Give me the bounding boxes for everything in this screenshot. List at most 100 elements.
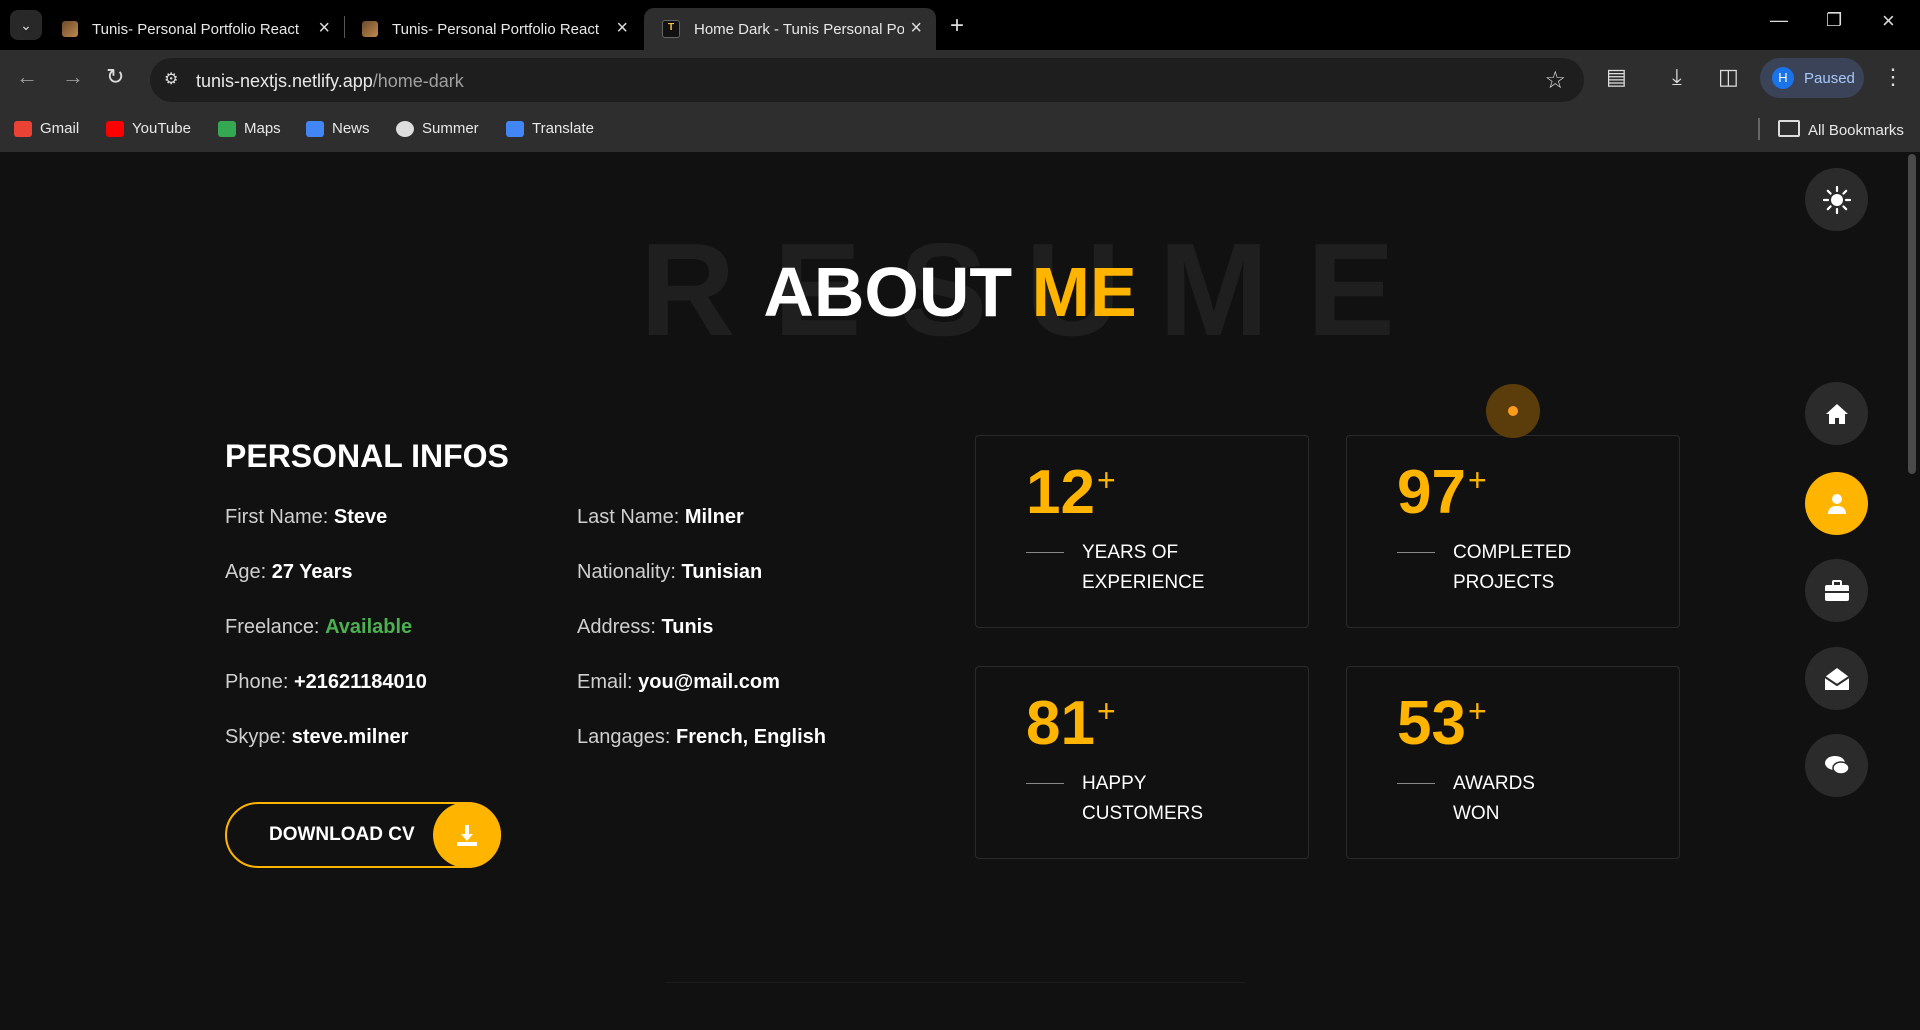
bookmark-label: Maps: [244, 120, 281, 137]
cursor-follower: [1486, 384, 1540, 438]
tab-title: Tunis- Personal Portfolio React: [392, 20, 600, 38]
browser-tab-3-active[interactable]: T Home Dark - Tunis Personal Por ×: [644, 8, 936, 50]
nav-portfolio-button[interactable]: [1805, 559, 1868, 622]
bookmark-star-icon[interactable]: ☆: [1544, 66, 1566, 95]
info-label: Freelance:: [225, 616, 320, 638]
bookmark-label: YouTube: [132, 120, 191, 137]
info-label: Age:: [225, 561, 267, 583]
url-path: /home-dark: [372, 71, 464, 91]
translate-icon: [506, 120, 524, 137]
info-label: First Name:: [225, 506, 329, 528]
info-first-name: First Name: Steve: [225, 506, 387, 529]
info-label: Email:: [577, 671, 633, 693]
info-value: Available: [325, 616, 413, 638]
stat-label-line2: PROJECTS: [1453, 572, 1555, 593]
briefcase-icon: [1824, 579, 1849, 601]
scrollbar[interactable]: [1908, 154, 1916, 474]
forward-arrow-icon[interactable]: →: [62, 64, 84, 90]
info-value: Tunis: [661, 616, 714, 638]
bookmark-news[interactable]: News: [306, 120, 370, 137]
stat-label-line2: CUSTOMERS: [1082, 803, 1204, 824]
bookmark-summer[interactable]: Summer: [396, 120, 479, 137]
bookmark-gmail[interactable]: Gmail: [14, 120, 79, 137]
plus-sign: +: [1096, 462, 1116, 498]
bookmark-maps[interactable]: Maps: [218, 120, 281, 137]
profile-button[interactable]: H Paused: [1760, 58, 1864, 98]
all-bookmarks-button[interactable]: All Bookmarks: [1778, 120, 1904, 139]
back-arrow-icon[interactable]: ←: [16, 64, 38, 90]
info-label: Skype:: [225, 726, 287, 748]
stat-label-line1: COMPLETED: [1453, 542, 1572, 563]
nav-contact-button[interactable]: [1805, 647, 1868, 710]
bookmark-youtube[interactable]: YouTube: [106, 120, 191, 137]
info-languages: Langages: French, English: [577, 726, 826, 749]
browser-toolbar: ← → ↻ ⚙ tunis-nextjs.netlify.app/home-da…: [0, 50, 1920, 108]
personal-infos-heading: PERSONAL INFOS: [225, 438, 509, 474]
stat-dash: [1397, 552, 1435, 553]
info-address: Address: Tunis: [577, 616, 713, 639]
portfolio-favicon-icon: [62, 21, 78, 37]
info-email: Email: you@mail.com: [577, 671, 780, 694]
stat-card-awards: 53+ AWARDS WON: [1346, 666, 1680, 859]
stat-label: YEARS OF EXPERIENCE: [1082, 538, 1282, 598]
bookmark-label: News: [332, 120, 370, 137]
stat-label-line2: WON: [1453, 803, 1500, 824]
nav-blog-button[interactable]: [1805, 734, 1868, 797]
minimize-icon[interactable]: —: [1770, 10, 1788, 31]
title-white: ABOUT: [763, 253, 1013, 331]
download-cv-label: DOWNLOAD CV: [269, 824, 415, 845]
close-icon[interactable]: ×: [910, 17, 922, 40]
theme-toggle-button[interactable]: [1805, 168, 1868, 231]
download-icon[interactable]: ⤓: [1672, 64, 1682, 90]
tab-title: Tunis- Personal Portfolio React: [92, 20, 300, 38]
browser-tab-1[interactable]: Tunis- Personal Portfolio React ×: [44, 8, 344, 50]
side-panel-icon[interactable]: ◫: [1718, 64, 1739, 90]
url-text[interactable]: tunis-nextjs.netlify.app/home-dark: [196, 71, 464, 92]
tab-search-button[interactable]: ⌄: [10, 10, 42, 40]
plus-sign: +: [1096, 693, 1116, 729]
page-content: RESUME ABOUT ME PERSONAL INFOS First Nam…: [0, 152, 1920, 1030]
folder-icon: [1778, 120, 1800, 137]
info-value: you@mail.com: [638, 671, 780, 693]
close-icon[interactable]: ×: [318, 17, 330, 40]
download-cv-button[interactable]: DOWNLOAD CV: [225, 802, 501, 868]
stat-dash: [1026, 552, 1064, 553]
info-age: Age: 27 Years: [225, 561, 353, 584]
stat-number: 12+: [1026, 462, 1116, 524]
reload-icon[interactable]: ↻: [106, 64, 124, 90]
gmail-icon: [14, 120, 32, 137]
stat-label: HAPPY CUSTOMERS: [1082, 769, 1282, 829]
site-settings-icon[interactable]: ⚙: [164, 69, 182, 88]
maps-icon: [218, 120, 236, 137]
browser-tab-2[interactable]: Tunis- Personal Portfolio React ×: [344, 8, 642, 50]
stat-card-experience: 12+ YEARS OF EXPERIENCE: [975, 435, 1309, 628]
stat-card-customers: 81+ HAPPY CUSTOMERS: [975, 666, 1309, 859]
stat-number: 53+: [1397, 693, 1487, 755]
extensions-puzzle-icon[interactable]: ▤: [1606, 64, 1627, 90]
stat-number: 97+: [1397, 462, 1487, 524]
stat-label-line1: HAPPY: [1082, 773, 1147, 794]
stat-label: AWARDS WON: [1453, 769, 1653, 829]
nav-home-button[interactable]: [1805, 382, 1868, 445]
restore-icon[interactable]: ❐: [1826, 10, 1842, 31]
info-phone: Phone: +21621184010: [225, 671, 427, 694]
bookmark-translate[interactable]: Translate: [506, 120, 594, 137]
info-label: Nationality:: [577, 561, 676, 583]
info-value: 27 Years: [271, 561, 353, 583]
stat-number: 81+: [1026, 693, 1116, 755]
close-icon[interactable]: ×: [616, 17, 628, 40]
avatar: H: [1772, 67, 1794, 89]
news-icon: [306, 120, 324, 137]
info-value: +21621184010: [293, 671, 427, 693]
more-menu-icon[interactable]: ⋮: [1882, 64, 1904, 90]
info-skype: Skype: steve.milner: [225, 726, 408, 749]
info-value: French, English: [675, 726, 827, 748]
address-bar[interactable]: ⚙ tunis-nextjs.netlify.app/home-dark ☆: [150, 58, 1584, 102]
nav-about-button[interactable]: [1805, 472, 1868, 535]
new-tab-plus-icon[interactable]: +: [950, 12, 964, 40]
info-label: Last Name:: [577, 506, 680, 528]
close-window-icon[interactable]: ×: [1882, 8, 1895, 34]
cursor-dot-inner: [1508, 406, 1518, 416]
tab-title: Home Dark - Tunis Personal Por: [694, 20, 904, 38]
tunis-favicon-icon: T: [662, 20, 680, 38]
